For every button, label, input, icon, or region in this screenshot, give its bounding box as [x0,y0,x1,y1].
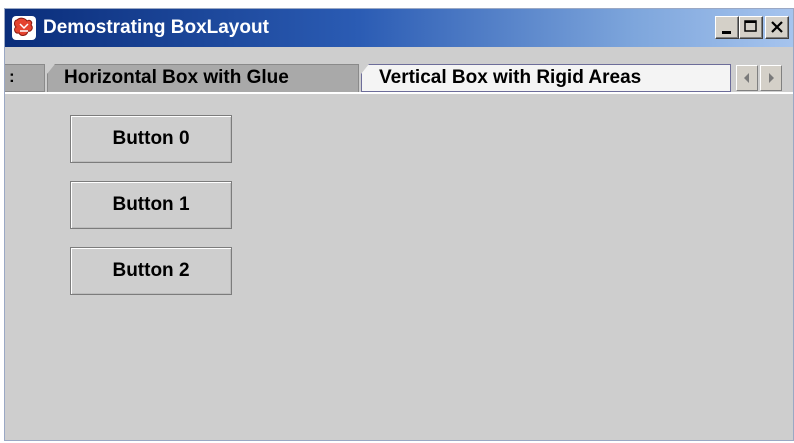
button-0[interactable]: Button 0 [70,115,232,163]
minimize-icon [722,31,731,34]
arrow-right-icon [769,73,774,83]
java-app-icon[interactable] [11,15,37,41]
button-2[interactable]: Button 2 [70,247,232,295]
tab-vertical-box-with-rigid-areas[interactable]: Vertical Box with Rigid Areas [361,64,731,92]
tab-scroll-right-button[interactable] [760,65,782,91]
close-button[interactable] [765,16,789,39]
tab-partial-hidden[interactable]: : [5,64,45,92]
title-bar[interactable]: Demostrating BoxLayout [5,9,793,47]
button-1[interactable]: Button 1 [70,181,232,229]
maximize-icon [744,20,757,32]
arrow-left-icon [744,73,749,83]
maximize-button[interactable] [739,16,763,39]
window-title: Demostrating BoxLayout [43,17,269,38]
close-icon [771,21,783,33]
tab-horizontal-box-with-glue[interactable]: Horizontal Box with Glue [47,64,359,92]
tab-scroll-left-button[interactable] [736,65,758,91]
tab-label: Horizontal Box with Glue [64,67,289,88]
tab-partial-label: : [9,67,15,86]
tab-content-panel: Button 0 Button 1 Button 2 [5,94,793,440]
tab-label: Vertical Box with Rigid Areas [379,67,642,88]
minimize-button[interactable] [715,16,739,39]
app-window: Demostrating BoxLayout : Horizontal Box … [4,8,794,441]
